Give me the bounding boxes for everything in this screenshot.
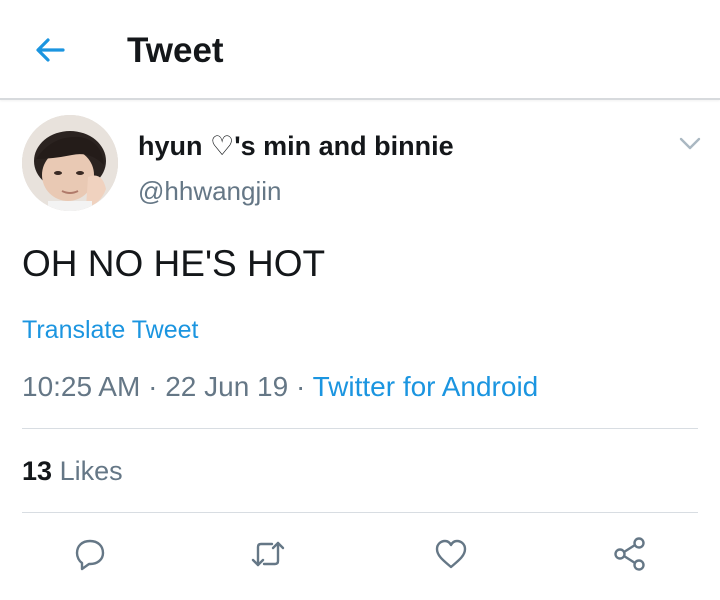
heart-icon [435,539,467,569]
share-icon [614,537,645,571]
reply-button[interactable] [68,532,112,576]
share-button[interactable] [608,532,652,576]
reply-icon [75,539,105,571]
back-button[interactable] [28,28,72,72]
likes-count: 13 [22,456,53,486]
divider [22,512,698,513]
likes-summary[interactable]: 13 Likes [22,454,123,488]
retweet-icon [251,541,285,567]
translate-tweet-link[interactable]: Translate Tweet [22,314,198,346]
tweet-meta: 10:25 AM · 22 Jun 19 · Twitter for Andro… [22,368,538,406]
user-handle[interactable]: @hhwangjin [138,174,281,208]
meta-separator: · [295,371,306,402]
like-button[interactable] [429,532,473,576]
meta-separator: · [148,371,158,402]
page-title: Tweet [127,31,224,70]
chevron-down-icon [679,137,701,150]
avatar[interactable] [22,115,118,211]
tweet-time: 10:25 AM [22,371,141,402]
arrow-left-icon [36,38,65,62]
tweet-source-link[interactable]: Twitter for Android [313,371,539,402]
divider [22,428,698,429]
tweet-text: OH NO HE'S HOT [22,243,326,284]
tweet-date: 22 Jun 19 [165,371,289,402]
more-options-button[interactable] [676,132,704,156]
likes-label: Likes [59,456,123,486]
retweet-button[interactable] [246,532,290,576]
display-name[interactable]: hyun ♡'s min and binnie [138,129,454,163]
top-app-bar: Tweet [0,0,720,100]
avatar-photo [22,115,118,211]
